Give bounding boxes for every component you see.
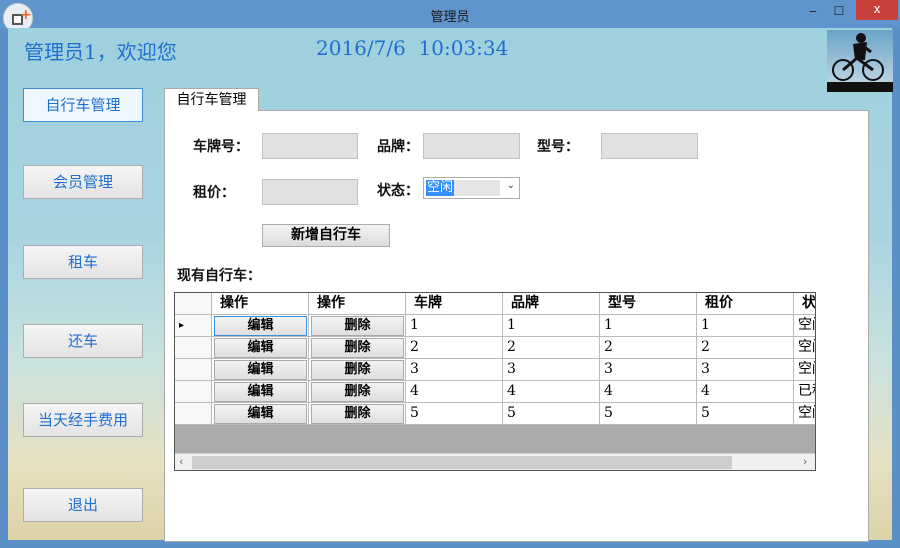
plate-label: 车牌号： <box>193 139 249 155</box>
sidebar-item-return[interactable]: 还车 <box>23 324 143 358</box>
table-cell: 空闲 <box>794 359 815 381</box>
table-cell: 5 <box>406 403 503 425</box>
datetime-text: 2016/7/6 10:03:34 <box>316 36 509 60</box>
column-header[interactable]: 操作 <box>212 293 309 315</box>
plate-input[interactable] <box>262 133 358 159</box>
table-cell: 5 <box>503 403 600 425</box>
table-cell: 4 <box>697 381 794 403</box>
column-header[interactable]: 车牌 <box>406 293 503 315</box>
table-cell: 5 <box>697 403 794 425</box>
chevron-down-icon: ⌄ <box>506 180 515 191</box>
scrollbar-thumb[interactable] <box>192 456 732 469</box>
table-cell: 1 <box>600 315 697 337</box>
maximize-button[interactable]: ☐ <box>828 2 850 22</box>
table-cell: 2 <box>600 337 697 359</box>
edit-button[interactable]: 编辑 <box>214 404 307 424</box>
delete-button[interactable]: 删除 <box>311 404 404 424</box>
table-cell: 1 <box>503 315 600 337</box>
edit-button[interactable]: 编辑 <box>214 382 307 402</box>
table-cell: 空闲 <box>794 315 815 337</box>
window-title: 管理员 <box>430 10 470 25</box>
row-header[interactable] <box>175 403 212 425</box>
delete-button[interactable]: 删除 <box>311 316 404 336</box>
column-header[interactable]: 状态 <box>794 293 815 315</box>
sidebar-item-exit[interactable]: 退出 <box>23 488 143 522</box>
sidebar-item-member-management[interactable]: 会员管理 <box>23 165 143 199</box>
bike-list-label: 现有自行车： <box>177 268 261 284</box>
scroll-left-icon[interactable]: ‹ <box>179 455 183 468</box>
table-cell: 1 <box>406 315 503 337</box>
add-bike-button[interactable]: 新增自行车 <box>262 224 390 247</box>
table-cell: 1 <box>697 315 794 337</box>
table-cell: 3 <box>600 359 697 381</box>
table-cell: 4 <box>406 381 503 403</box>
table-cell: 2 <box>503 337 600 359</box>
row-header[interactable] <box>175 381 212 403</box>
scroll-right-icon[interactable]: › <box>803 455 807 468</box>
table-cell: 空闲 <box>794 403 815 425</box>
sidebar-item-bike-management[interactable]: 自行车管理 <box>23 88 143 122</box>
edit-button[interactable]: 编辑 <box>214 338 307 358</box>
edit-button[interactable]: 编辑 <box>214 316 307 336</box>
brand-input[interactable] <box>423 133 520 159</box>
model-label: 型号： <box>537 139 579 155</box>
tab-bike-management[interactable]: 自行车管理 <box>164 88 259 111</box>
model-input[interactable] <box>601 133 698 159</box>
delete-button[interactable]: 删除 <box>311 338 404 358</box>
table-cell: 4 <box>600 381 697 403</box>
column-header[interactable]: 品牌 <box>503 293 600 315</box>
status-select[interactable]: 空闲 ⌄ <box>423 177 520 199</box>
delete-button[interactable]: 删除 <box>311 382 404 402</box>
price-label: 租价： <box>193 185 235 201</box>
delete-button[interactable]: 删除 <box>311 360 404 380</box>
row-header[interactable] <box>175 337 212 359</box>
column-header[interactable]: 租价 <box>697 293 794 315</box>
table-cell: 已租 <box>794 381 815 403</box>
table-cell: 空闲 <box>794 337 815 359</box>
sidebar-item-daily-fees[interactable]: 当天经手费用 <box>23 403 143 437</box>
cyclist-image <box>827 30 893 92</box>
column-header[interactable]: 操作 <box>309 293 406 315</box>
welcome-text: 管理员1，欢迎您 <box>24 40 177 64</box>
bike-grid[interactable]: 操作操作车牌品牌型号租价状态▸编辑删除1111空闲编辑删除2222空闲编辑删除3… <box>174 292 816 471</box>
status-label: 状态： <box>377 183 419 199</box>
edit-button[interactable]: 编辑 <box>214 360 307 380</box>
table-cell: 3 <box>406 359 503 381</box>
table-cell: 3 <box>697 359 794 381</box>
price-input[interactable] <box>262 179 358 205</box>
table-cell: 2 <box>697 337 794 359</box>
close-button[interactable]: x <box>856 0 898 20</box>
column-header[interactable]: 型号 <box>600 293 697 315</box>
minimize-button[interactable]: ‒ <box>802 2 824 22</box>
table-cell: 5 <box>600 403 697 425</box>
brand-label: 品牌： <box>377 139 419 155</box>
table-cell: 4 <box>503 381 600 403</box>
grid-corner <box>175 293 212 315</box>
current-row-indicator-icon[interactable]: ▸ <box>175 315 212 337</box>
row-header[interactable] <box>175 359 212 381</box>
table-cell: 2 <box>406 337 503 359</box>
horizontal-scrollbar[interactable]: ‹ › <box>175 453 815 470</box>
status-selected-value: 空闲 <box>426 180 455 196</box>
table-cell: 3 <box>503 359 600 381</box>
sidebar-item-rent[interactable]: 租车 <box>23 245 143 279</box>
